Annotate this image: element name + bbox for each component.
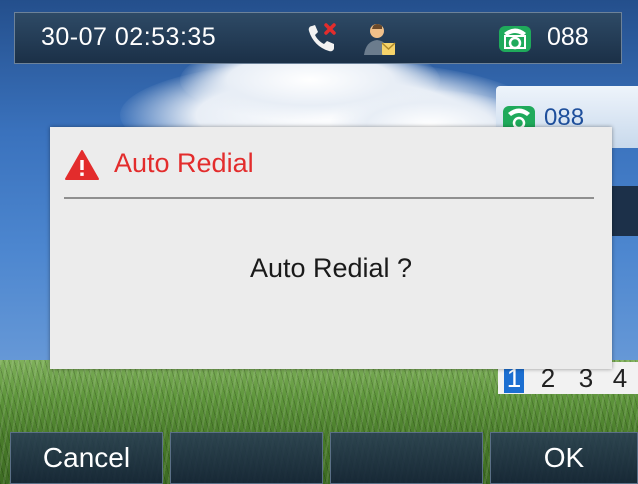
softkey-3[interactable] <box>330 432 483 484</box>
contact-icon[interactable] <box>361 21 397 61</box>
dialog-divider <box>64 197 594 199</box>
auto-redial-dialog: Auto Redial Auto Redial ? <box>50 127 612 369</box>
account-label: 088 <box>547 23 589 51</box>
warning-icon <box>64 149 100 185</box>
ok-button[interactable]: OK <box>490 432 638 484</box>
dialog-header: Auto Redial <box>64 147 594 185</box>
softkey-bar: Cancel OK <box>0 432 638 484</box>
phone-line-icon <box>498 22 532 58</box>
dialog-title: Auto Redial <box>114 148 254 178</box>
missed-call-icon[interactable] <box>305 21 339 59</box>
phone-screen: 30-07 02:53:35 088 088 1 2 3 4 Auto Redi… <box>0 0 638 484</box>
status-bar: 30-07 02:53:35 088 <box>14 12 622 64</box>
cancel-button[interactable]: Cancel <box>10 432 163 484</box>
page-number-4[interactable]: 4 <box>610 363 630 393</box>
dialog-message: Auto Redial ? <box>249 253 413 283</box>
datetime: 30-07 02:53:35 <box>41 23 217 51</box>
softkey-2[interactable] <box>170 432 323 484</box>
